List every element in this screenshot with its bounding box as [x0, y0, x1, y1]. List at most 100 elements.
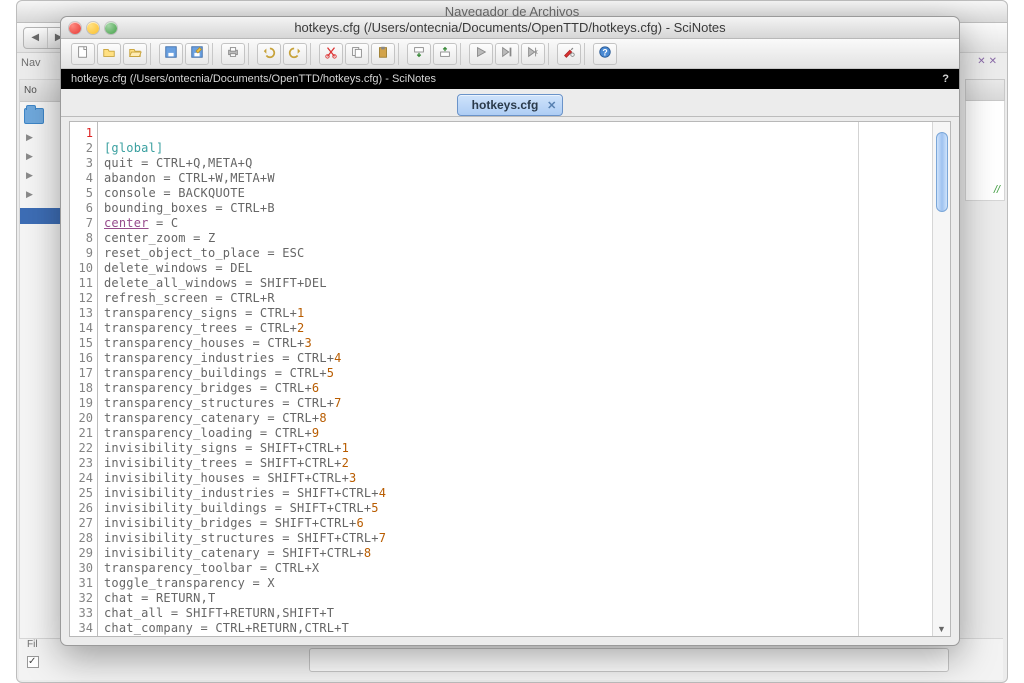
code-line[interactable]: transparency_bridges = CTRL+6	[104, 381, 926, 396]
code-line[interactable]: transparency_trees = CTRL+2	[104, 321, 926, 336]
code-line[interactable]: invisibility_structures = SHIFT+CTRL+7	[104, 531, 926, 546]
disclosure-icon[interactable]: ▶	[26, 170, 56, 181]
code-line[interactable]: refresh_screen = CTRL+R	[104, 291, 926, 306]
code-line[interactable]: transparency_industries = CTRL+4	[104, 351, 926, 366]
save-as-button[interactable]	[185, 43, 209, 65]
minimize-window-button[interactable]	[87, 22, 99, 34]
code-line[interactable]: invisibility_catenary = SHIFT+CTRL+8	[104, 546, 926, 561]
tab-hotkeys[interactable]: hotkeys.cfg ✕	[457, 94, 564, 116]
code-line[interactable]: invisibility_bridges = SHIFT+CTRL+6	[104, 516, 926, 531]
folder-icon[interactable]	[24, 108, 44, 124]
code-line[interactable]: delete_all_windows = SHIFT+DEL	[104, 276, 926, 291]
close-x-icon[interactable]: ✕	[977, 56, 985, 67]
close-x-icon[interactable]: ✕	[989, 56, 997, 67]
code-line[interactable]: invisibility_signs = SHIFT+CTRL+1	[104, 441, 926, 456]
comment-marker-icon: //	[994, 184, 1000, 196]
cut-button[interactable]	[319, 43, 343, 65]
run-button[interactable]	[469, 43, 493, 65]
tab-close-icon[interactable]: ✕	[547, 99, 556, 112]
save-icon	[164, 45, 178, 62]
print-button[interactable]	[221, 43, 245, 65]
titlebar[interactable]: hotkeys.cfg (/Users/ontecnia/Documents/O…	[61, 17, 959, 39]
code-line[interactable]: abandon = CTRL+W,META+W	[104, 171, 926, 186]
line-number: 22	[70, 441, 97, 456]
line-number: 31	[70, 576, 97, 591]
tab-label: hotkeys.cfg	[472, 98, 539, 112]
run-step-icon	[500, 45, 514, 62]
code-line[interactable]: chat_all = SHIFT+RETURN,SHIFT+T	[104, 606, 926, 621]
vertical-scrollbar[interactable]: ▼	[932, 122, 950, 636]
line-number: 3	[70, 156, 97, 171]
line-number: 21	[70, 426, 97, 441]
help-button[interactable]: ?	[593, 43, 617, 65]
code-line[interactable]: transparency_structures = CTRL+7	[104, 396, 926, 411]
code-line[interactable]: delete_windows = DEL	[104, 261, 926, 276]
editor-frame: 1234567891011121314151617181920212223242…	[69, 121, 951, 637]
copy-icon	[350, 45, 364, 62]
redo-icon	[288, 45, 302, 62]
code-line[interactable]: transparency_toolbar = CTRL+X	[104, 561, 926, 576]
code-line[interactable]: invisibility_buildings = SHIFT+CTRL+5	[104, 501, 926, 516]
close-window-button[interactable]	[69, 22, 81, 34]
code-line[interactable]: chat_company = CTRL+RETURN,CTRL+T	[104, 621, 926, 636]
help-icon[interactable]: ?	[942, 73, 949, 85]
paste-icon	[376, 45, 390, 62]
window-title: hotkeys.cfg (/Users/ontecnia/Documents/O…	[61, 20, 959, 35]
code-line[interactable]: console = BACKQUOTE	[104, 186, 926, 201]
run-into-button[interactable]	[521, 43, 545, 65]
code-line[interactable]: transparency_catenary = CTRL+8	[104, 411, 926, 426]
right-panel-close[interactable]: ✕ ✕	[977, 56, 997, 67]
code-line[interactable]: bounding_boxes = CTRL+B	[104, 201, 926, 216]
right-side-panel: //	[965, 79, 1005, 399]
prefs-icon	[562, 45, 576, 62]
save-button[interactable]	[159, 43, 183, 65]
right-panel-body: //	[965, 101, 1005, 201]
run-step-button[interactable]	[495, 43, 519, 65]
save-as-icon	[190, 45, 204, 62]
filter-input[interactable]	[309, 648, 949, 672]
code-line[interactable]: invisibility_industries = SHIFT+CTRL+4	[104, 486, 926, 501]
code-line[interactable]: center_zoom = Z	[104, 231, 926, 246]
disclosure-icon[interactable]: ▶	[26, 189, 56, 200]
code-line[interactable]: transparency_signs = CTRL+1	[104, 306, 926, 321]
code-line[interactable]: transparency_buildings = CTRL+5	[104, 366, 926, 381]
disclosure-icon[interactable]: ▶	[26, 151, 56, 162]
code-line[interactable]: quit = CTRL+Q,META+Q	[104, 156, 926, 171]
paste-button[interactable]	[371, 43, 395, 65]
code-line[interactable]: transparency_houses = CTRL+3	[104, 336, 926, 351]
code-editor[interactable]: [global]quit = CTRL+Q,META+Qabandon = CT…	[98, 122, 932, 636]
selected-row[interactable]	[20, 208, 62, 224]
back-icon[interactable]: ◀	[24, 28, 48, 48]
zoom-window-button[interactable]	[105, 22, 117, 34]
open-folder-button[interactable]	[123, 43, 147, 65]
svg-text:?: ?	[602, 48, 607, 58]
line-number: 24	[70, 471, 97, 486]
redo-button[interactable]	[283, 43, 307, 65]
undo-icon	[262, 45, 276, 62]
line-number: 32	[70, 591, 97, 606]
line-number: 4	[70, 171, 97, 186]
code-line[interactable]	[104, 126, 926, 141]
code-line[interactable]: reset_object_to_place = ESC	[104, 246, 926, 261]
new-file-button[interactable]	[71, 43, 95, 65]
help-icon: ?	[598, 45, 612, 62]
find-up-button[interactable]	[433, 43, 457, 65]
line-number: 30	[70, 561, 97, 576]
filter-checkbox[interactable]	[27, 656, 39, 668]
code-line[interactable]: center = C	[104, 216, 926, 231]
code-line[interactable]: invisibility_trees = SHIFT+CTRL+2	[104, 456, 926, 471]
disclosure-icon[interactable]: ▶	[26, 132, 56, 143]
copy-button[interactable]	[345, 43, 369, 65]
scrollbar-thumb[interactable]	[936, 132, 948, 212]
code-line[interactable]: toggle_transparency = X	[104, 576, 926, 591]
code-line[interactable]: invisibility_houses = SHIFT+CTRL+3	[104, 471, 926, 486]
code-line[interactable]: transparency_loading = CTRL+9	[104, 426, 926, 441]
scroll-down-icon[interactable]: ▼	[937, 624, 947, 634]
undo-button[interactable]	[257, 43, 281, 65]
find-down-button[interactable]	[407, 43, 431, 65]
code-line[interactable]: [global]	[104, 141, 926, 156]
open-file-button[interactable]	[97, 43, 121, 65]
open-folder-icon	[128, 45, 142, 62]
prefs-button[interactable]	[557, 43, 581, 65]
code-line[interactable]: chat = RETURN,T	[104, 591, 926, 606]
